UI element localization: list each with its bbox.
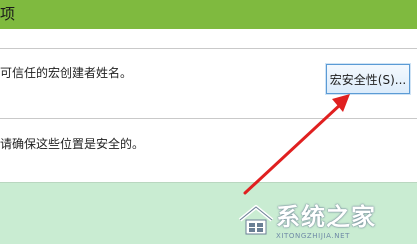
trust-center-dialog: 项 可信任的宏创建者姓名。 宏安全性(S)... 请确保这些位置是安全的。 系统… xyxy=(0,0,417,244)
watermark-brand: 系统之家 xyxy=(276,203,376,231)
watermark-url: XITONGZHIJIA.NET xyxy=(276,232,350,240)
site-watermark: 系统之家 XITONGZHIJIA.NET xyxy=(238,202,414,242)
house-logo-icon xyxy=(238,205,274,235)
